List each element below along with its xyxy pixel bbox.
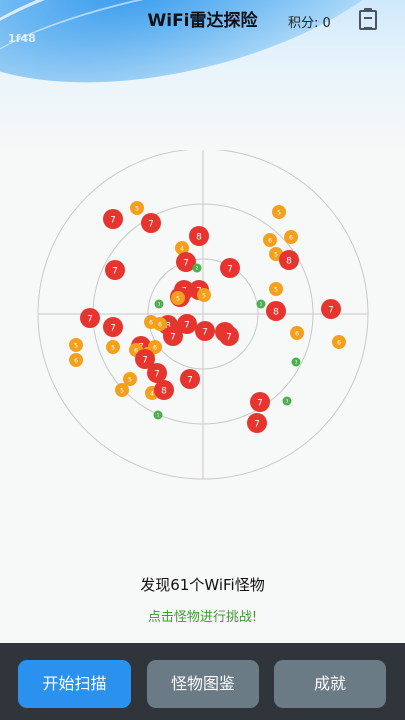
monster-level-label: 7 — [226, 333, 232, 343]
monster-level-label: 7 — [254, 420, 260, 430]
monster-marker[interactable]: 3 — [154, 299, 164, 309]
monster-level-label: 7 — [154, 370, 160, 380]
monster-marker[interactable]: 5 — [269, 282, 283, 296]
monster-level-label: 5 — [277, 209, 281, 216]
monster-level-label: 5 — [202, 292, 206, 299]
achievements-button[interactable]: 成就 — [274, 660, 386, 708]
monster-level-label: 7 — [148, 220, 154, 230]
monster-level-label: 7 — [142, 356, 148, 366]
ssid-watermark: 1f48 — [8, 32, 36, 45]
monster-level-label: 8 — [196, 233, 202, 243]
monster-marker[interactable]: 7 — [220, 258, 240, 278]
monster-level-label: 6 — [158, 321, 162, 328]
monster-level-label: 5 — [274, 286, 278, 293]
monster-marker[interactable]: 6 — [332, 335, 346, 349]
monster-marker[interactable]: 1 — [153, 410, 163, 420]
monster-marker[interactable]: 8 — [154, 380, 174, 400]
monster-level-label: 4 — [180, 245, 184, 252]
monster-level-label: 5 — [135, 205, 139, 212]
monster-marker[interactable]: 3 — [282, 396, 292, 406]
monster-level-label: 3 — [286, 399, 289, 404]
monster-marker[interactable]: 6 — [290, 326, 304, 340]
monster-marker[interactable]: 6 — [263, 233, 277, 247]
monster-marker[interactable]: 8 — [279, 250, 299, 270]
monster-level-label: 5 — [120, 387, 124, 394]
monster-level-label: 3 — [295, 360, 298, 365]
monster-level-label: 8 — [286, 257, 292, 267]
monster-level-label: 7 — [328, 306, 334, 316]
monster-marker[interactable]: 5 — [115, 383, 129, 397]
monster-marker[interactable]: 1 — [256, 299, 266, 309]
monster-marker[interactable]: 7 — [195, 321, 215, 341]
monster-marker[interactable]: 6 — [69, 353, 83, 367]
monster-level-label: 8 — [273, 308, 279, 318]
monster-level-label: 5 — [128, 376, 132, 383]
monster-dex-button[interactable]: 怪物图鉴 — [147, 660, 259, 708]
monster-level-label: 8 — [161, 387, 167, 397]
monster-marker[interactable]: 8 — [266, 301, 286, 321]
monster-marker[interactable]: 2 — [192, 263, 202, 273]
monster-marker[interactable]: 7 — [321, 299, 341, 319]
monster-marker[interactable]: 7 — [103, 209, 123, 229]
monster-level-label: 6 — [74, 357, 78, 364]
monster-level-label: 1 — [157, 413, 160, 418]
monster-marker[interactable]: 7 — [105, 260, 125, 280]
monster-level-label: 7 — [202, 328, 208, 338]
clipboard-icon[interactable] — [359, 8, 377, 30]
monster-marker[interactable]: 6 — [284, 230, 298, 244]
monster-level-label: 7 — [184, 321, 190, 331]
monster-level-label: 7 — [110, 216, 116, 226]
score-label: 积分: 0 — [288, 16, 331, 31]
monster-level-label: 6 — [337, 339, 341, 346]
monster-level-label: 7 — [87, 315, 93, 325]
monster-marker[interactable]: 6 — [153, 317, 167, 331]
monster-level-label: 5 — [176, 295, 180, 302]
monster-level-label: 5 — [74, 342, 78, 349]
monster-marker[interactable]: 7 — [163, 326, 183, 346]
monster-marker[interactable]: 5 — [130, 201, 144, 215]
monster-marker[interactable]: 5 — [197, 288, 211, 302]
monster-marker[interactable]: 7 — [219, 326, 239, 346]
monster-level-label: 6 — [289, 234, 293, 241]
header: 1f48 WiFi雷达探险 积分: 0 — [0, 0, 405, 150]
monster-level-label: 6 — [149, 319, 153, 326]
monster-level-label: 7 — [257, 399, 263, 409]
monster-level-label: 7 — [187, 376, 193, 386]
radar-view[interactable]: 7557846657278777755531778768767776755766… — [0, 150, 405, 530]
monster-marker[interactable]: 5 — [171, 291, 185, 305]
app-title: WiFi雷达探险 — [147, 11, 258, 31]
monster-layer[interactable]: 7557846657278777755531778768767776755766… — [69, 201, 346, 433]
monster-marker[interactable]: 8 — [189, 226, 209, 246]
monster-marker[interactable]: 7 — [180, 369, 200, 389]
monster-marker[interactable]: 3 — [291, 357, 301, 367]
monster-marker[interactable]: 7 — [247, 413, 267, 433]
monster-marker[interactable]: 5 — [272, 205, 286, 219]
monster-marker[interactable]: 7 — [103, 317, 123, 337]
bottom-navbar: 开始扫描 怪物图鉴 成就 — [0, 643, 405, 720]
monster-level-label: 2 — [196, 266, 199, 271]
monster-level-label: 3 — [158, 302, 161, 307]
monster-marker[interactable]: 5 — [106, 340, 120, 354]
monster-level-label: 7 — [110, 324, 116, 334]
monster-level-label: 7 — [112, 267, 118, 277]
monster-marker[interactable]: 5 — [69, 338, 83, 352]
monster-count-text: 发现61个WiFi怪物 — [140, 576, 265, 594]
monster-level-label: 5 — [274, 251, 278, 258]
monster-marker[interactable]: 7 — [250, 392, 270, 412]
monster-level-label: 5 — [111, 344, 115, 351]
monster-marker[interactable]: 7 — [141, 213, 161, 233]
monster-level-label: 7 — [183, 259, 189, 269]
monster-level-label: 6 — [268, 237, 272, 244]
monster-marker[interactable]: 7 — [80, 308, 100, 328]
monster-level-label: 6 — [295, 330, 299, 337]
monster-level-label: 7 — [170, 333, 176, 343]
challenge-hint: 点击怪物进行挑战! — [147, 610, 258, 625]
monster-level-label: 4 — [150, 390, 154, 397]
monster-level-label: 7 — [227, 265, 233, 275]
start-scan-button[interactable]: 开始扫描 — [18, 660, 131, 708]
monster-level-label: 1 — [260, 302, 263, 307]
